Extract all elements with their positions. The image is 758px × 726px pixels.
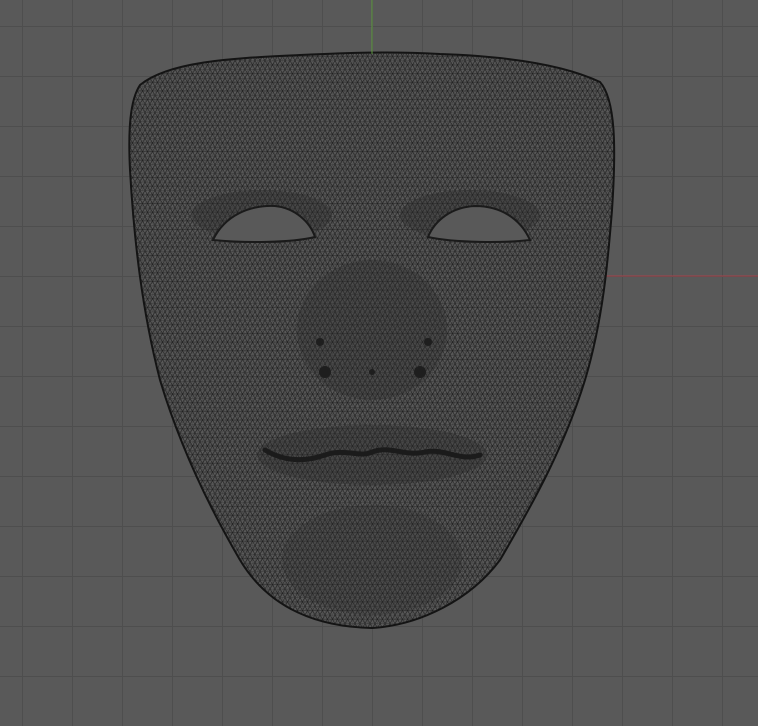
- mask-wire-pattern: [129, 52, 615, 629]
- 3d-viewport[interactable]: [0, 0, 758, 726]
- mask-mesh[interactable]: [120, 40, 630, 640]
- viewport-canvas[interactable]: [0, 0, 758, 726]
- nostril-right: [414, 366, 426, 378]
- nostril-left: [319, 366, 331, 378]
